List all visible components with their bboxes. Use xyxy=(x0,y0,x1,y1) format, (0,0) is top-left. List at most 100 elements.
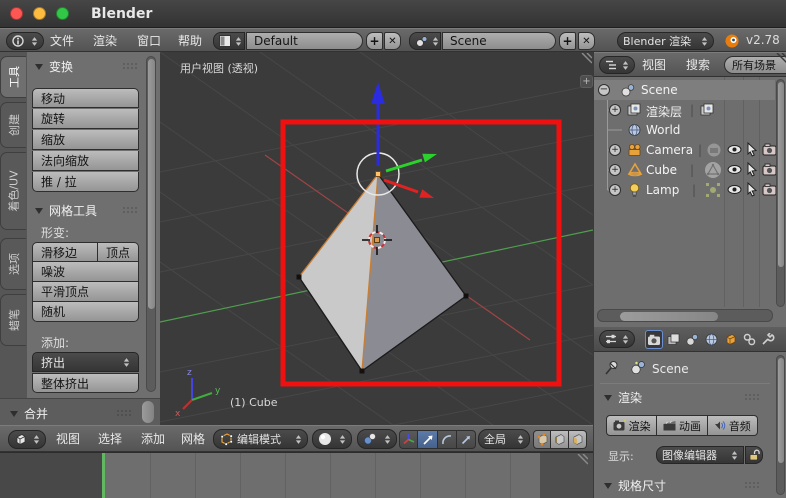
tab-world[interactable] xyxy=(702,330,720,349)
add-scene-button[interactable]: + xyxy=(559,32,576,50)
view3d-editor-type-button[interactable] xyxy=(8,430,46,449)
outliner-row-camera[interactable]: + Camera | xyxy=(594,140,777,160)
eye-icon[interactable] xyxy=(727,143,742,156)
layout-selector-button[interactable] xyxy=(213,32,245,50)
rotate-manipulator-button[interactable] xyxy=(438,430,457,449)
view3d-menu-mesh[interactable]: 网格 xyxy=(181,426,205,451)
tab-render-layers[interactable] xyxy=(664,330,682,349)
pyramid-object[interactable] xyxy=(296,173,469,374)
tab-scene[interactable] xyxy=(683,330,701,349)
menu-render[interactable]: 渲染 xyxy=(93,29,117,51)
traffic-zoom-icon[interactable] xyxy=(56,7,69,20)
tab-tools[interactable]: 工具 xyxy=(0,56,26,98)
manipulator-widget[interactable] xyxy=(356,82,437,198)
menu-help[interactable]: 帮助 xyxy=(178,29,202,51)
add-layout-button[interactable]: + xyxy=(366,32,383,50)
expand-plus-icon[interactable]: + xyxy=(609,164,621,176)
region-expand-button[interactable]: + xyxy=(580,75,593,88)
extrude-dropdown[interactable]: 挤出 xyxy=(32,352,139,372)
edge-slide-button[interactable]: 滑移边 xyxy=(32,242,98,262)
edge-select-button[interactable] xyxy=(551,430,569,449)
randomize-button[interactable]: 随机 xyxy=(32,302,139,322)
menu-window[interactable]: 窗口 xyxy=(137,29,161,51)
outliner-row-lamp[interactable]: + Lamp | xyxy=(594,180,777,200)
view3d-menu-select[interactable]: 选择 xyxy=(98,426,122,451)
view3d-menu-add[interactable]: 添加 xyxy=(141,426,165,451)
camera-restrict-icon[interactable] xyxy=(762,183,777,196)
resize-corner-icon[interactable] xyxy=(576,53,592,69)
viewport-3d[interactable]: z y x 用户视图 (透视) (1) Cube + xyxy=(160,52,593,425)
translate-button[interactable]: 移动 xyxy=(32,88,139,108)
resize-corner-icon[interactable] xyxy=(572,454,588,470)
lock-interface-button[interactable] xyxy=(745,446,763,464)
mesh-tools-panel-header[interactable]: 网格工具 xyxy=(35,202,97,219)
mode-dropdown[interactable]: 编辑模式 xyxy=(213,429,308,449)
viewport-shading-dropdown[interactable] xyxy=(312,429,352,449)
camera-restrict-icon[interactable] xyxy=(762,163,777,176)
outliner-row-world[interactable]: World xyxy=(594,120,775,140)
push-pull-button[interactable]: 推 / 拉 xyxy=(32,172,139,192)
outliner-v-scrollbar[interactable] xyxy=(776,79,785,307)
timeline-playhead[interactable] xyxy=(102,453,105,498)
scale-button[interactable]: 缩放 xyxy=(32,130,139,150)
vertex-slide-button[interactable]: 顶点 xyxy=(98,242,139,262)
grip-dots-icon[interactable] xyxy=(744,393,760,401)
view3d-menu-view[interactable]: 视图 xyxy=(56,426,80,451)
toolshelf-scrollbar[interactable] xyxy=(146,56,156,392)
face-select-button[interactable] xyxy=(569,430,587,449)
render-engine-dropdown[interactable]: Blender 渲染 xyxy=(617,32,714,50)
menu-file[interactable]: 文件 xyxy=(50,29,74,51)
noise-button[interactable]: 噪波 xyxy=(32,262,139,282)
tab-options[interactable]: 选项 xyxy=(0,238,26,290)
tab-constraints[interactable] xyxy=(740,330,758,349)
timeline[interactable] xyxy=(0,452,593,498)
expand-plus-icon[interactable]: + xyxy=(609,144,621,156)
smooth-vertex-button[interactable]: 平滑顶点 xyxy=(32,282,139,302)
transform-orientation-dropdown[interactable]: 全局 xyxy=(478,429,530,449)
rotate-button[interactable]: 旋转 xyxy=(32,109,139,129)
render-audio-button[interactable]: 音频 xyxy=(707,415,758,436)
outliner-row-cube[interactable]: + Cube | xyxy=(594,160,777,180)
display-mode-dropdown[interactable]: 图像编辑器 xyxy=(656,446,744,464)
render-animation-button[interactable]: 动画 xyxy=(657,415,708,436)
cursor-select-icon[interactable] xyxy=(746,142,758,157)
expand-plus-icon[interactable]: + xyxy=(609,104,621,116)
cursor-select-icon[interactable] xyxy=(746,182,758,197)
render-button[interactable]: 渲染 xyxy=(606,415,658,436)
toolshelf-scrollbar-end[interactable] xyxy=(142,401,154,423)
render-panel-header[interactable]: 渲染 xyxy=(604,389,642,406)
resize-corner-icon[interactable] xyxy=(771,53,786,69)
tab-shading-uv[interactable]: 着色/UV xyxy=(0,152,26,230)
editor-type-button[interactable] xyxy=(6,32,44,50)
outliner-row-renderlayers[interactable]: + 渲染层 | xyxy=(594,100,775,120)
shrink-fatten-button[interactable]: 法向缩放 xyxy=(32,151,139,171)
outliner-menu-view[interactable]: 视图 xyxy=(642,53,666,76)
tab-modifiers[interactable] xyxy=(759,330,777,349)
manipulator-toggle-button[interactable] xyxy=(399,430,418,449)
tab-render[interactable] xyxy=(645,330,663,349)
pin-icon[interactable] xyxy=(604,360,620,376)
mesh-data-icon[interactable] xyxy=(704,161,722,179)
tab-object[interactable] xyxy=(721,330,739,349)
vertex-select-button[interactable] xyxy=(533,430,551,449)
outliner-menu-search[interactable]: 搜索 xyxy=(686,53,710,76)
collapse-minus-icon[interactable]: − xyxy=(598,84,610,96)
outliner-row-scene[interactable]: − Scene xyxy=(594,80,775,100)
properties-editor-type-button[interactable] xyxy=(599,330,635,348)
grip-dots-icon[interactable] xyxy=(122,206,138,214)
transform-panel-header[interactable]: 变换 xyxy=(35,58,73,75)
traffic-minimize-icon[interactable] xyxy=(33,7,46,20)
expand-plus-icon[interactable]: + xyxy=(609,184,621,196)
scale-manipulator-button[interactable] xyxy=(457,430,476,449)
traffic-close-icon[interactable] xyxy=(10,7,23,20)
eye-icon[interactable] xyxy=(727,163,742,176)
camera-restrict-icon[interactable] xyxy=(762,143,777,156)
scene-selector-button[interactable] xyxy=(409,32,441,50)
delete-scene-button[interactable]: ✕ xyxy=(578,32,595,50)
outliner-h-scrollbar[interactable] xyxy=(597,309,773,322)
scene-name-field[interactable]: Scene xyxy=(442,32,556,50)
tab-create[interactable]: 创建 xyxy=(0,102,26,148)
translate-manipulator-button[interactable] xyxy=(418,430,438,449)
grip-dots-icon[interactable] xyxy=(122,62,138,70)
cursor-select-icon[interactable] xyxy=(746,162,758,177)
